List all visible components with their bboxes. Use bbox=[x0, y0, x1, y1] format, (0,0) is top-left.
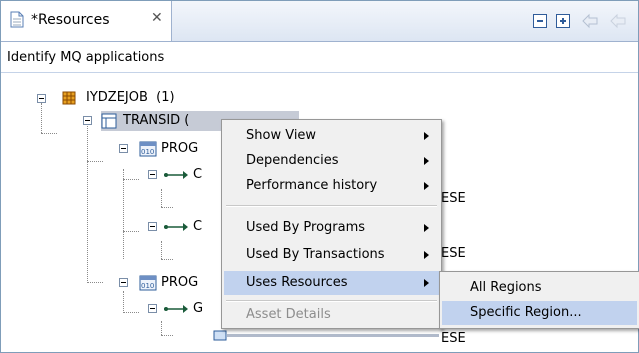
expand-all-icon[interactable] bbox=[556, 14, 570, 28]
tree-node-program[interactable]: 010 PROG bbox=[113, 273, 223, 293]
tree-node-label: IYDZEJOB (1) bbox=[86, 90, 175, 105]
collapse-all-icon[interactable] bbox=[533, 14, 547, 28]
call-arrow-icon bbox=[164, 171, 188, 179]
submenu-arrow-icon bbox=[424, 279, 429, 287]
tree-node-label: G bbox=[193, 301, 204, 316]
menu-separator bbox=[226, 205, 437, 207]
context-menu: Show View Dependencies Performance histo… bbox=[221, 119, 442, 329]
collapse-toggle-icon[interactable] bbox=[37, 94, 46, 103]
call-arrow-icon bbox=[164, 305, 188, 313]
submenu-arrow-icon bbox=[424, 157, 429, 165]
menu-item-used-by-programs[interactable]: Used By Programs bbox=[224, 216, 439, 240]
divider bbox=[1, 72, 638, 73]
tree-node-call[interactable]: G bbox=[145, 299, 225, 319]
collapse-toggle-icon[interactable] bbox=[119, 278, 128, 287]
submenu-arrow-icon bbox=[424, 132, 429, 140]
tree-node-label: PROG bbox=[161, 141, 199, 156]
menu-item-dependencies[interactable]: Dependencies bbox=[224, 149, 439, 173]
collapse-toggle-icon[interactable] bbox=[148, 170, 157, 179]
view-subtitle: Identify MQ applications bbox=[7, 50, 165, 65]
call-arrow-icon bbox=[164, 223, 188, 231]
tree-node-partial-label[interactable]: ESE bbox=[441, 246, 466, 266]
menu-separator bbox=[226, 300, 437, 302]
obscured-leaf-label bbox=[227, 334, 439, 337]
collapse-toggle-icon[interactable] bbox=[83, 116, 92, 125]
tree-node-label: PROG bbox=[161, 275, 199, 290]
transaction-icon bbox=[101, 113, 117, 129]
submenu-arrow-icon bbox=[424, 251, 429, 259]
collapse-toggle-icon[interactable] bbox=[148, 304, 157, 313]
submenu-arrow-icon bbox=[424, 224, 429, 232]
resources-view: *Resources ✕ Identify MQ applications IY… bbox=[0, 0, 639, 353]
tree-node-call[interactable]: C bbox=[145, 217, 225, 237]
svg-text:010: 010 bbox=[141, 282, 154, 290]
back-arrow-icon[interactable] bbox=[581, 13, 599, 29]
uses-resources-submenu: All Regions Specific Region... bbox=[439, 271, 639, 329]
tree-node-label: C bbox=[193, 219, 203, 234]
tree-node-label: C bbox=[193, 167, 203, 182]
tab-resources[interactable]: *Resources ✕ bbox=[1, 1, 172, 41]
forward-arrow-icon[interactable] bbox=[609, 13, 627, 29]
tree-node-call[interactable]: C bbox=[145, 165, 225, 185]
menu-item-uses-resources[interactable]: Uses Resources bbox=[224, 271, 439, 295]
tree-node-partial-label[interactable]: ESE bbox=[441, 331, 466, 351]
job-icon bbox=[62, 91, 76, 105]
svg-text:010: 010 bbox=[141, 148, 154, 156]
queue-icon bbox=[213, 330, 227, 341]
menu-item-performance-history[interactable]: Performance history bbox=[224, 174, 439, 198]
tree-node-program[interactable]: 010 PROG bbox=[113, 139, 223, 159]
collapse-toggle-icon[interactable] bbox=[119, 144, 128, 153]
view-tab-bar: *Resources ✕ bbox=[1, 1, 638, 42]
menu-item-used-by-transactions[interactable]: Used By Transactions bbox=[224, 243, 439, 267]
menu-item-show-view[interactable]: Show View bbox=[224, 124, 439, 148]
program-icon: 010 bbox=[139, 275, 157, 291]
tree-node-label: TRANSID ( bbox=[123, 113, 190, 128]
tree-node-job[interactable]: IYDZEJOB (1) bbox=[31, 89, 231, 109]
collapse-toggle-icon[interactable] bbox=[148, 222, 157, 231]
submenu-arrow-icon bbox=[424, 182, 429, 190]
tree-node-partial-label[interactable]: ESE bbox=[441, 191, 466, 211]
submenu-item-specific-region[interactable]: Specific Region... bbox=[442, 301, 637, 325]
document-icon bbox=[10, 11, 24, 28]
submenu-item-all-regions[interactable]: All Regions bbox=[442, 276, 637, 300]
program-icon: 010 bbox=[139, 141, 157, 157]
close-tab-icon[interactable]: ✕ bbox=[151, 10, 163, 26]
menu-item-asset-details: Asset Details bbox=[246, 307, 331, 322]
tab-title: *Resources bbox=[31, 12, 110, 28]
